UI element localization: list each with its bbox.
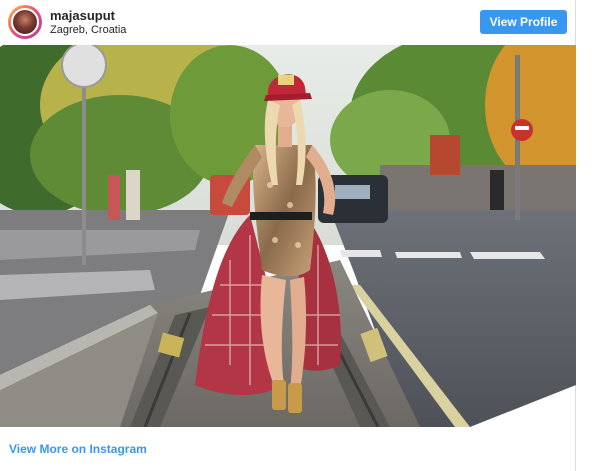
street-scene-illustration	[0, 45, 576, 427]
instagram-embed-card: majasuput Zagreb, Croatia View Profile V…	[0, 0, 576, 471]
view-profile-button[interactable]: View Profile	[480, 10, 567, 34]
view-more-link[interactable]: View More on Instagram	[9, 442, 147, 456]
avatar-photo	[11, 8, 39, 36]
avatar[interactable]	[8, 5, 42, 39]
username[interactable]: majasuput	[50, 8, 115, 23]
location[interactable]: Zagreb, Croatia	[50, 24, 126, 36]
post-header: majasuput Zagreb, Croatia View Profile	[0, 0, 576, 44]
post-photo[interactable]	[0, 45, 576, 427]
